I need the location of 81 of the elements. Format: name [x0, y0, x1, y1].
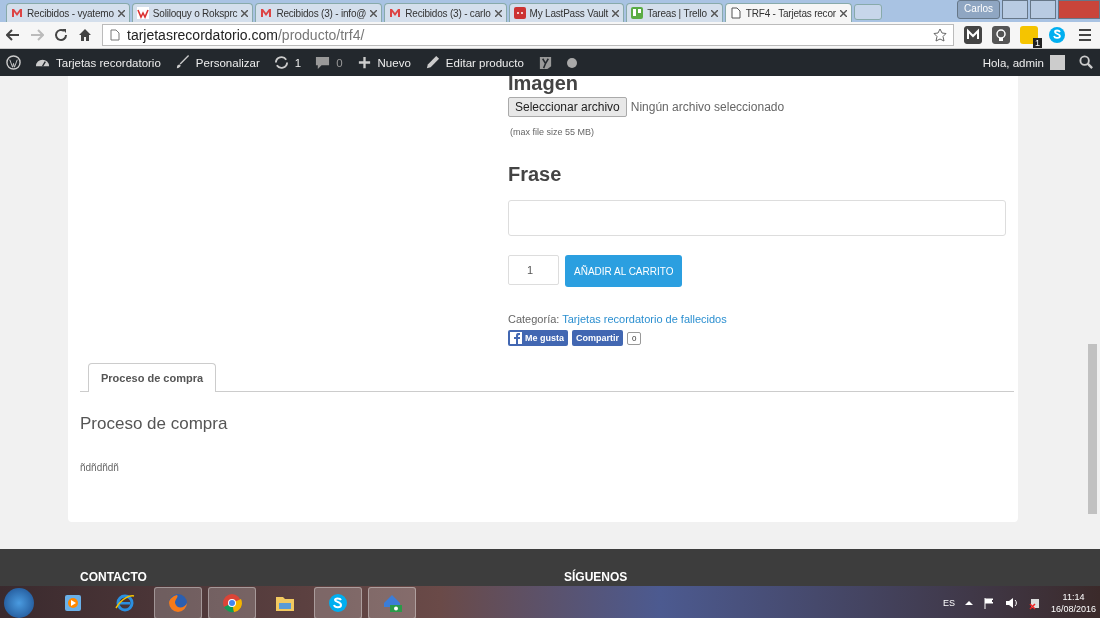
- updates-link[interactable]: 1: [273, 55, 302, 70]
- start-button[interactable]: [4, 587, 34, 618]
- close-icon[interactable]: [839, 9, 847, 17]
- browser-tab[interactable]: My LastPass Vault: [508, 3, 625, 22]
- image-heading: Imagen: [508, 72, 580, 94]
- account-link[interactable]: Hola, admin: [982, 55, 1065, 70]
- envelope-m-icon: [11, 7, 23, 19]
- language-indicator[interactable]: ES: [942, 597, 955, 608]
- m-logo-icon[interactable]: [964, 26, 982, 44]
- pencil-icon: [424, 55, 440, 70]
- s-logo-icon: [327, 591, 349, 614]
- address-bar[interactable]: tarjetasrecordatorio.com/producto/trf4/: [102, 24, 954, 46]
- back-arrow-icon[interactable]: [6, 28, 20, 42]
- close-icon[interactable]: [494, 9, 502, 17]
- category-text: Categoría: Tarjetas recordatorio de fallecidos: [508, 313, 728, 325]
- browser-tab[interactable]: Tareas | Trello: [626, 3, 723, 22]
- site-link[interactable]: Tarjetas recordatorio: [35, 55, 161, 70]
- panel-text: ñdñdñdñ: [80, 462, 120, 473]
- edit-product-link[interactable]: Editar producto: [424, 55, 524, 70]
- close-icon[interactable]: [612, 9, 620, 17]
- quantity-field[interactable]: 1: [508, 255, 559, 285]
- file-status-text: Ningún archivo seleccionado: [630, 100, 785, 114]
- minimize-button[interactable]: [1002, 0, 1028, 19]
- envelope-m-icon: [389, 7, 402, 19]
- share-button[interactable]: Compartir: [572, 330, 624, 346]
- taskbar-app[interactable]: [154, 586, 202, 618]
- vault-icon: [513, 7, 526, 19]
- browser-tab[interactable]: Recibidos (3) - carlo: [384, 3, 507, 22]
- taskbar-app[interactable]: [368, 586, 416, 618]
- f-logo-icon: [510, 332, 522, 344]
- lightbulb-icon[interactable]: [992, 26, 1010, 44]
- flag-icon[interactable]: [982, 596, 995, 609]
- content-tab[interactable]: Proceso de compra: [88, 363, 217, 392]
- clock[interactable]: 11:14 16/08/2016: [1050, 590, 1096, 615]
- maximize-button[interactable]: [1030, 0, 1056, 19]
- phrase-input-field[interactable]: [508, 200, 1006, 236]
- document-icon: [109, 29, 121, 41]
- footer-heading: CONTACTO: [80, 570, 148, 586]
- phrase-heading: Frase: [508, 163, 563, 186]
- file-size-note: (max file size 55 MB): [510, 127, 596, 137]
- chrome-logo-icon: [221, 591, 243, 614]
- fox-globe-icon: [167, 591, 189, 614]
- w-logo-icon: [136, 7, 149, 19]
- plus-icon: [356, 55, 372, 70]
- customize-link[interactable]: Personalizar: [174, 55, 260, 70]
- close-icon[interactable]: [370, 9, 378, 17]
- envelope-m-icon: [260, 7, 273, 19]
- speech-bubble-icon: [315, 55, 331, 70]
- url-text: tarjetasrecordatorio.com/producto/trf4/: [127, 27, 365, 43]
- menu-icon[interactable]: [1076, 26, 1094, 44]
- close-icon[interactable]: [117, 9, 125, 17]
- search-icon[interactable]: [1079, 55, 1094, 70]
- browser-tab[interactable]: TRF4 - Tarjetas recor: [724, 3, 852, 22]
- taskbar-app[interactable]: [208, 586, 256, 618]
- new-link[interactable]: Nuevo: [356, 55, 411, 70]
- browser-tab[interactable]: Recibidos - vyatemo: [6, 3, 130, 22]
- panel-heading: Proceso de compra: [80, 414, 229, 434]
- document-icon: [729, 7, 742, 19]
- board-icon: [631, 7, 644, 19]
- close-icon[interactable]: [241, 9, 249, 17]
- avatar-icon: [1050, 55, 1065, 70]
- paintbrush-icon: [174, 55, 190, 70]
- y-logo-icon[interactable]: [537, 55, 553, 70]
- category-link[interactable]: Tarjetas recordatorio de fallecidos: [562, 313, 727, 325]
- home-icon[interactable]: [78, 28, 92, 42]
- refresh-arrows-icon: [273, 55, 289, 70]
- taskbar-app[interactable]: [314, 586, 362, 618]
- browser-tab[interactable]: Soliloquy o Roksprc: [131, 3, 254, 22]
- comments-link[interactable]: 0: [315, 55, 343, 70]
- speaker-icon[interactable]: [1004, 596, 1019, 609]
- wordpress-logo-icon[interactable]: [6, 55, 21, 70]
- star-icon[interactable]: [933, 28, 947, 42]
- browser-tab[interactable]: Recibidos (3) - info@: [255, 3, 383, 22]
- caret-icon[interactable]: [964, 598, 973, 607]
- like-button[interactable]: Me gusta: [508, 330, 568, 346]
- choose-file-button[interactable]: Seleccionar archivo: [508, 97, 627, 117]
- close-icon[interactable]: [710, 9, 718, 17]
- share-count: 0: [627, 331, 642, 345]
- footer-heading: SÍGUENOS: [564, 570, 629, 586]
- status-dot-icon: [566, 57, 577, 68]
- reload-icon[interactable]: [54, 28, 68, 42]
